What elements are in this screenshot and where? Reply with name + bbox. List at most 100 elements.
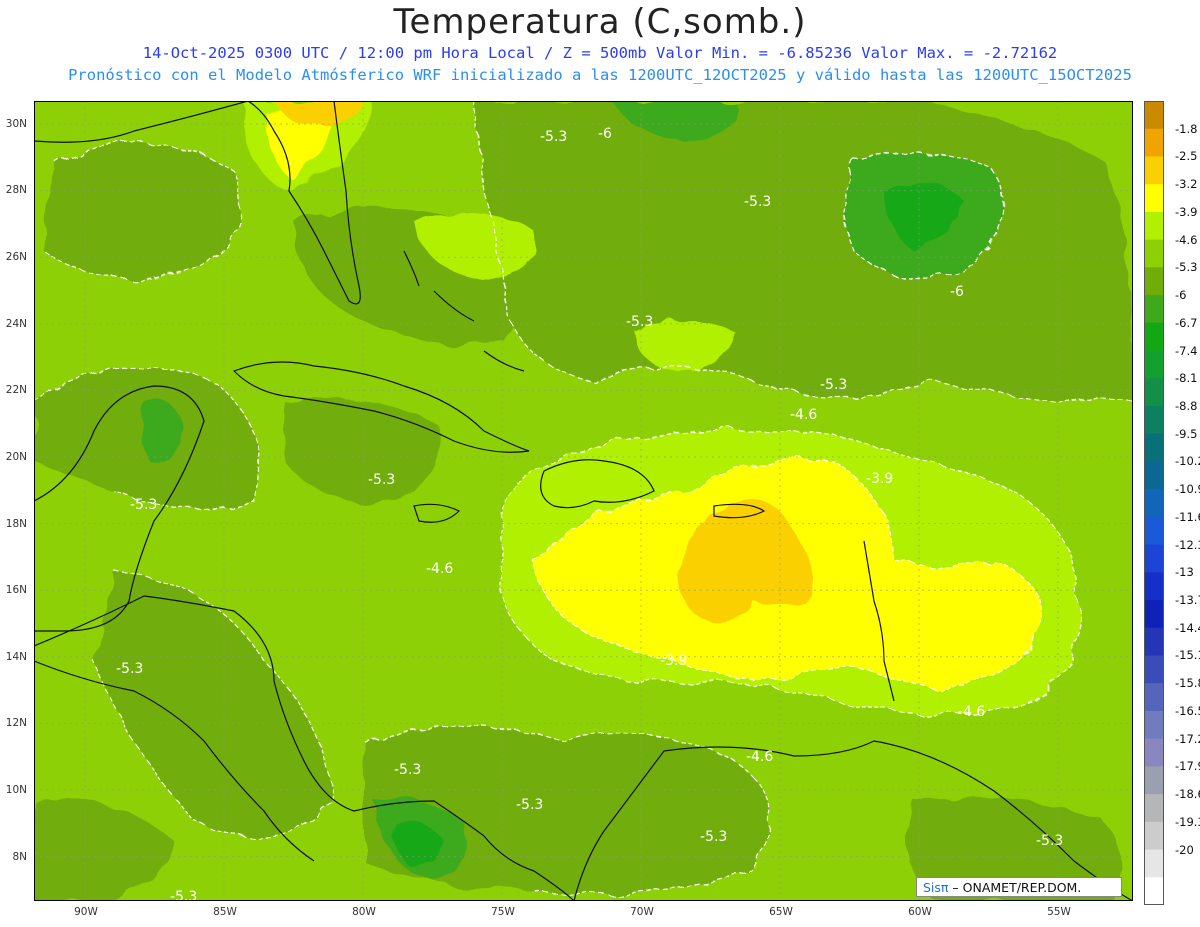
- colorbar-swatch: [1144, 516, 1164, 546]
- colorbar-swatch: [1144, 794, 1164, 823]
- lat-label: 14N: [5, 651, 27, 663]
- colorbar-swatch: [1144, 683, 1164, 712]
- colorbar-swatch: [1144, 877, 1164, 905]
- colorbar-swatch: [1144, 655, 1164, 684]
- contour-label: -5.3: [626, 314, 653, 330]
- colorbar-tick-label: -20: [1175, 842, 1194, 857]
- colorbar-swatch: [1144, 267, 1164, 296]
- lat-label: 20N: [5, 451, 27, 463]
- colorbar-tick-label: -16.5: [1175, 703, 1200, 718]
- subtitle-valid-time: 14-Oct-2025 0300 UTC / 12:00 pm Hora Loc…: [142, 44, 1058, 62]
- contour-label: -5.3: [540, 129, 567, 145]
- colorbar-tick-label: -6: [1175, 288, 1187, 303]
- lat-label: 12N: [5, 717, 27, 729]
- colorbar-tick-label: -13: [1175, 565, 1194, 580]
- lon-label: 90W: [74, 906, 98, 918]
- colorbar-swatch: [1144, 101, 1164, 130]
- lat-label: 8N: [12, 851, 27, 863]
- contour-label: -4.6: [790, 407, 817, 423]
- colorbar-tick-label: -4.6: [1175, 232, 1198, 247]
- colorbar-tick-label: -2.5: [1175, 149, 1198, 164]
- contour-label: -4.6: [426, 561, 453, 577]
- contour-label: -5.3: [116, 661, 143, 677]
- contour-label: -5.3: [394, 762, 421, 778]
- colorbar-swatch: [1144, 544, 1164, 573]
- colorbar-tick-label: -3.9: [1175, 204, 1198, 219]
- colorbar-tick-label: -18.6: [1175, 787, 1200, 802]
- colorbar-tick-label: -7.4: [1175, 343, 1198, 358]
- colorbar-swatch: [1144, 295, 1164, 324]
- colorbar-swatch: [1144, 461, 1164, 490]
- colorbar-swatch: [1144, 184, 1164, 213]
- colorbar-tick-label: -15.8: [1175, 676, 1200, 691]
- colorbar-tick-label: -14.4: [1175, 620, 1200, 635]
- colorbar-tick-label: -10.9: [1175, 482, 1200, 497]
- lon-label: 65W: [769, 906, 793, 918]
- lat-label: 30N: [5, 118, 27, 130]
- lat-label: 10N: [5, 784, 27, 796]
- contour-label: -3.9: [660, 653, 687, 669]
- lat-label: 16N: [5, 584, 27, 596]
- contour-label: -6: [598, 126, 612, 142]
- contour-label: -3.9: [866, 471, 893, 487]
- colorbar-tick-label: -12.3: [1175, 537, 1200, 552]
- colorbar-swatch: [1144, 600, 1164, 629]
- colorbar: [1144, 101, 1164, 905]
- lon-label: 85W: [213, 906, 237, 918]
- contour-label: -5.3: [820, 377, 847, 393]
- colorbar-tick-label: -15.1: [1175, 648, 1200, 663]
- contour-label: -5.3: [516, 797, 543, 813]
- colorbar-swatch: [1144, 572, 1164, 601]
- colorbar-swatch: [1144, 849, 1164, 878]
- lon-label: 70W: [630, 906, 654, 918]
- colorbar-swatch: [1144, 821, 1164, 851]
- colorbar-tick-label: -17.2: [1175, 731, 1200, 746]
- temperature-map: -5.3 -6 -5.3 -5.3 -6 -5.3 -4.6 -5.3 -5.3…: [34, 101, 1133, 901]
- colorbar-tick-label: -6.7: [1175, 315, 1198, 330]
- colorbar-swatch: [1144, 378, 1164, 407]
- colorbar-swatch: [1144, 128, 1164, 157]
- lat-label: 18N: [5, 518, 27, 530]
- contour-label: -5.3: [744, 194, 771, 210]
- map-title: Temperatura (C,somb.): [393, 2, 807, 42]
- colorbar-tick-label: -10.2: [1175, 454, 1200, 469]
- colorbar-tick-label: -5.3: [1175, 260, 1198, 275]
- colorbar-tick-label: -13.7: [1175, 593, 1200, 608]
- colorbar-swatch: [1144, 350, 1164, 379]
- contour-label: -5.3: [368, 472, 395, 488]
- lat-label: 24N: [5, 318, 27, 330]
- contour-label: -5.3: [1036, 833, 1063, 849]
- lat-label: 26N: [5, 251, 27, 263]
- credit-brand: Sisπ: [923, 880, 949, 895]
- colorbar-swatch: [1144, 766, 1164, 795]
- colorbar-swatch: [1144, 710, 1164, 740]
- colorbar-tick-label: -1.8: [1175, 121, 1198, 136]
- colorbar-swatch: [1144, 627, 1164, 656]
- colorbar-swatch: [1144, 239, 1164, 268]
- colorbar-tick-label: -9.5: [1175, 426, 1198, 441]
- lon-label: 55W: [1047, 906, 1071, 918]
- colorbar-swatch: [1144, 738, 1164, 767]
- credit-box: Sisπ – ONAMET/REP.DOM.: [916, 877, 1122, 897]
- credit-text: – ONAMET/REP.DOM.: [948, 880, 1082, 895]
- colorbar-tick-label: -8.1: [1175, 371, 1198, 386]
- colorbar-swatch: [1144, 405, 1164, 435]
- colorbar-swatch: [1144, 322, 1164, 352]
- colorbar-tick-label: -17.9: [1175, 759, 1200, 774]
- subtitle-model-info: Pronóstico con el Modelo Atmósferico WRF…: [68, 66, 1132, 84]
- contour-label: -4.6: [958, 704, 985, 720]
- colorbar-tick-label: -11.6: [1175, 509, 1200, 524]
- lon-label: 75W: [491, 906, 515, 918]
- contour-label: -5.3: [170, 889, 197, 901]
- colorbar-swatch: [1144, 156, 1164, 185]
- colorbar-tick-label: -3.2: [1175, 177, 1198, 192]
- colorbar-tick-label: -8.8: [1175, 398, 1198, 413]
- lon-label: 60W: [908, 906, 932, 918]
- lon-label: 80W: [352, 906, 376, 918]
- contour-label: -4.6: [746, 749, 773, 765]
- colorbar-swatch: [1144, 433, 1164, 462]
- colorbar-swatch: [1144, 489, 1164, 518]
- contour-label: -6: [950, 284, 964, 300]
- colorbar-tick-label: -19.3: [1175, 814, 1200, 829]
- contour-label: -5.3: [700, 829, 727, 845]
